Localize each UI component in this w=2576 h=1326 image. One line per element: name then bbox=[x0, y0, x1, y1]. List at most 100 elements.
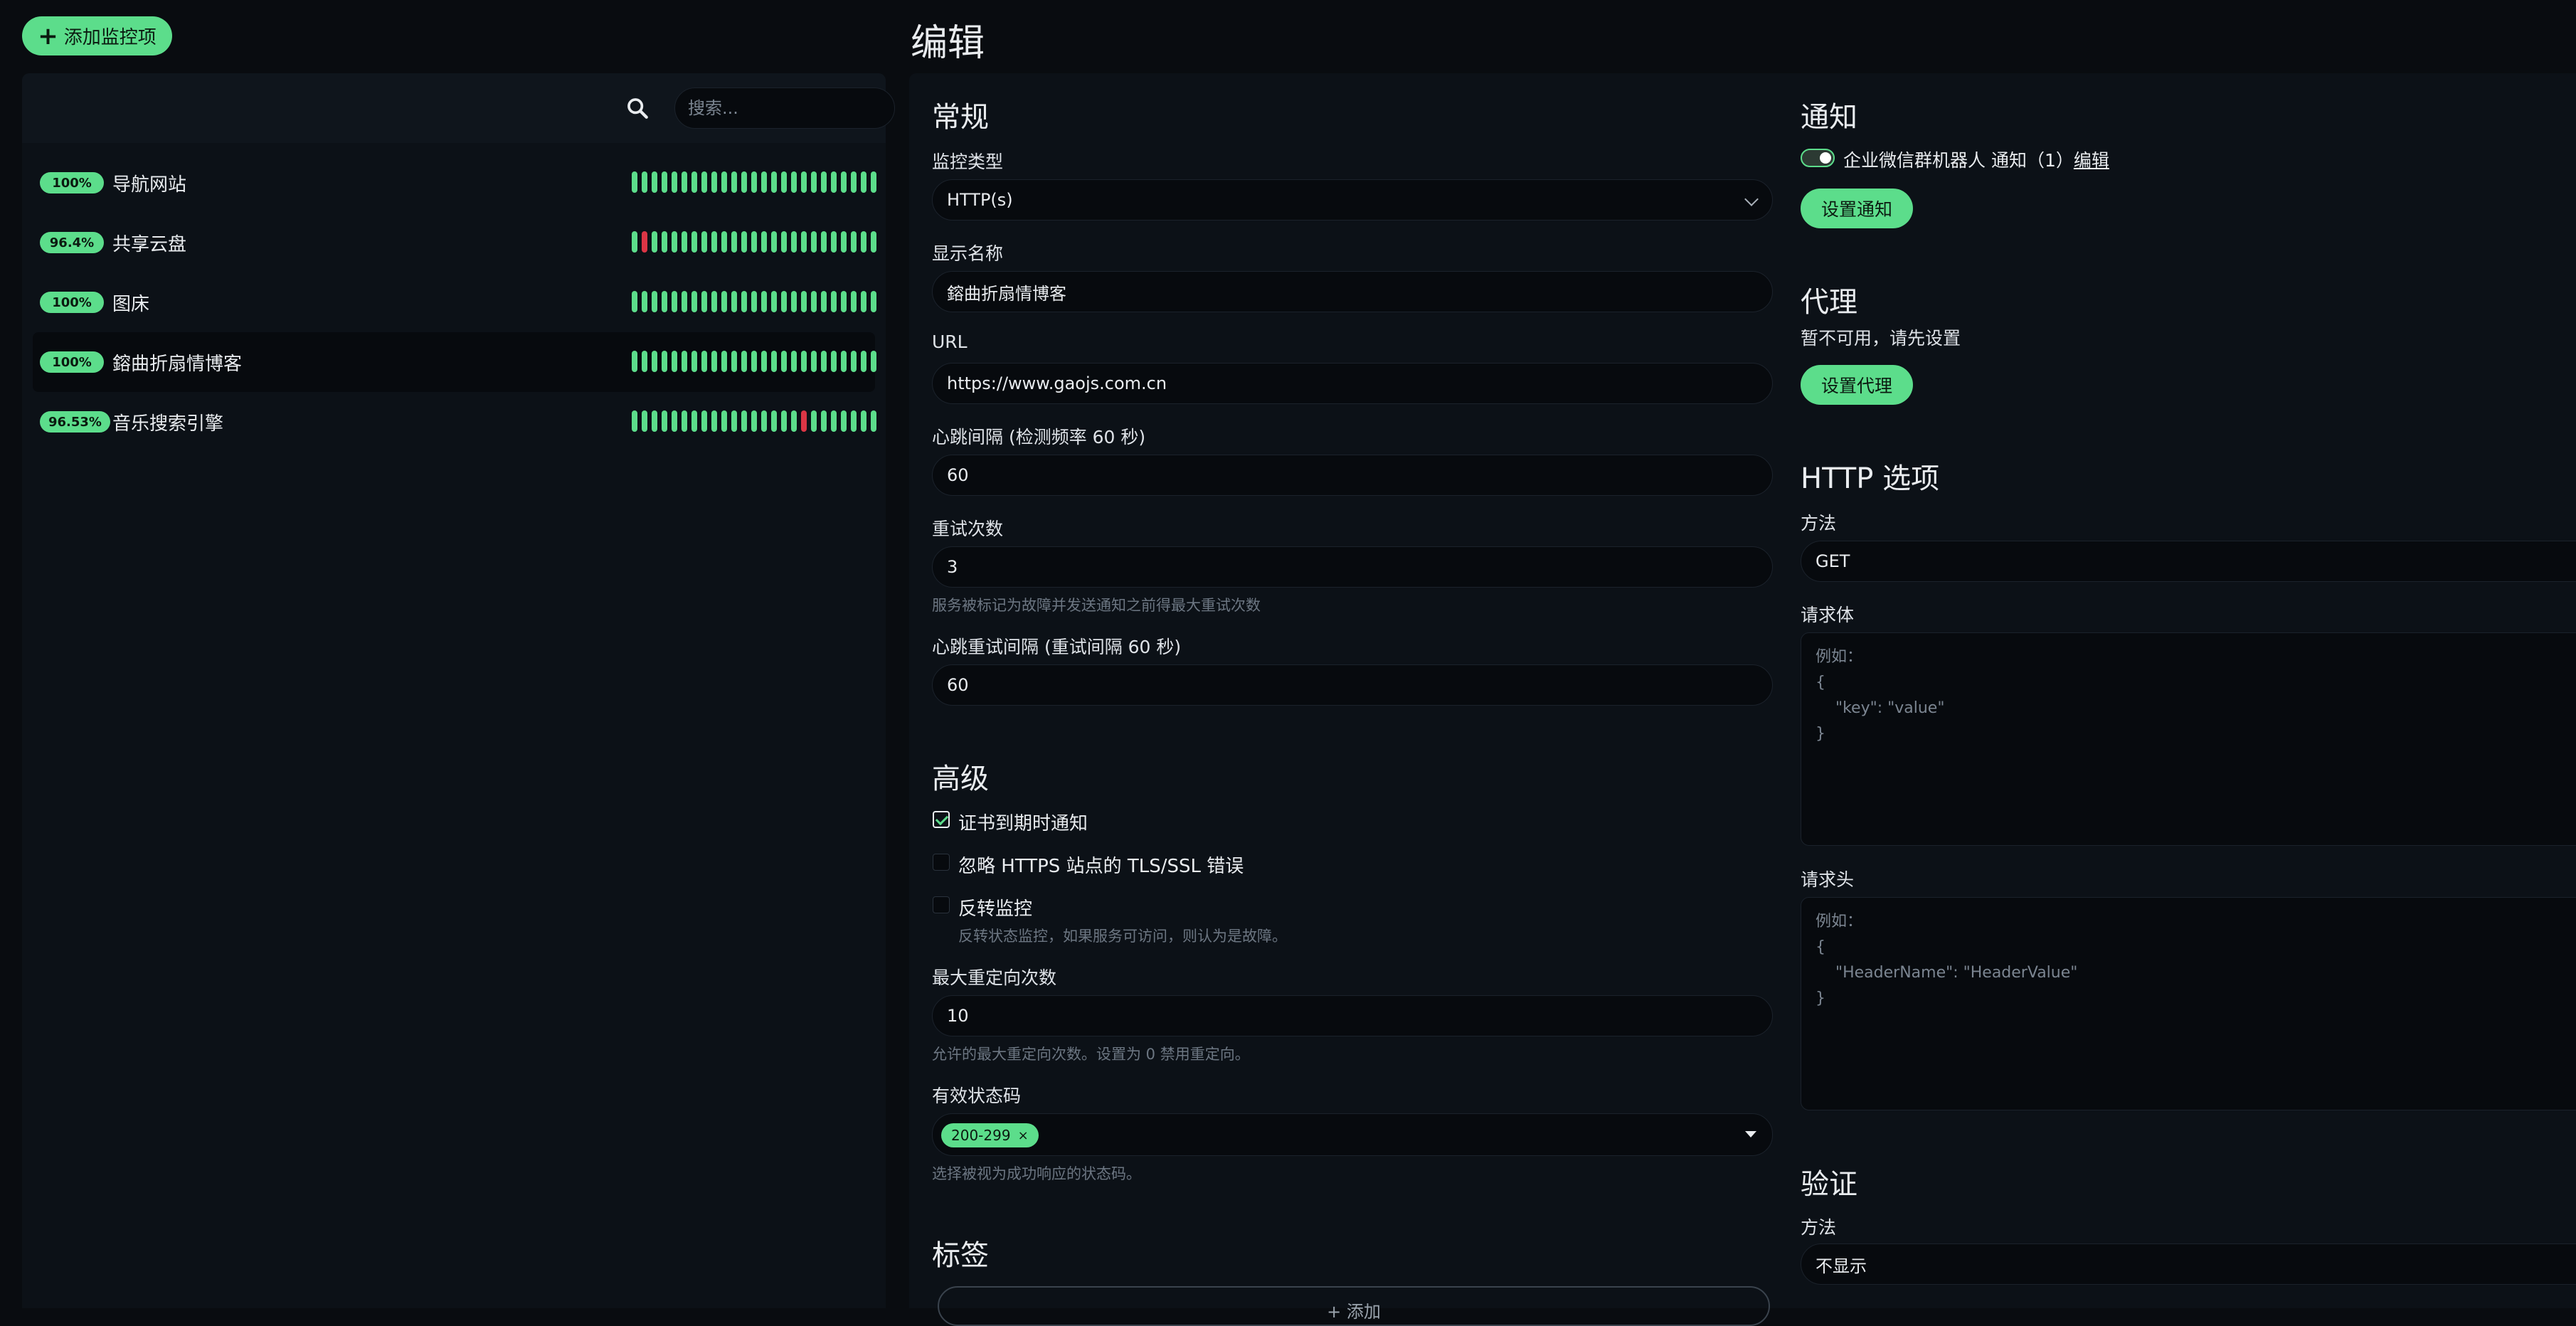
heartbeat-down bbox=[642, 231, 647, 253]
monitor-type-value: HTTP(s) bbox=[947, 190, 1013, 210]
setup-proxy-button[interactable]: 设置代理 bbox=[1801, 365, 1913, 405]
search-input[interactable] bbox=[674, 87, 895, 129]
http-method-select[interactable]: GET bbox=[1801, 541, 2576, 582]
heartbeat-up bbox=[821, 231, 827, 253]
notification-edit-link[interactable]: 编辑 bbox=[2074, 150, 2109, 171]
heartbeat-up bbox=[632, 410, 637, 432]
close-icon[interactable]: × bbox=[1018, 1128, 1029, 1143]
heartbeat-down bbox=[801, 410, 807, 432]
auth-method-value: 不显示 bbox=[1816, 1256, 1867, 1276]
retry-interval-label: 心跳重试间隔 (重试间隔 60 秒) bbox=[932, 637, 1182, 657]
monitor-item[interactable]: 96.4% 共享云盘 bbox=[33, 213, 876, 272]
heartbeat-up bbox=[751, 231, 757, 253]
max-redirects-input[interactable]: 10 bbox=[932, 995, 1773, 1036]
heartbeat-bar bbox=[632, 351, 876, 372]
heartbeat-up bbox=[791, 410, 797, 432]
add-monitor-button[interactable]: + 添加监控项 bbox=[22, 16, 172, 55]
heartbeat-up bbox=[632, 351, 637, 372]
heartbeat-up bbox=[811, 231, 817, 253]
request-body-textarea[interactable]: 例如： { "key": "value" } bbox=[1801, 632, 2576, 846]
max-redirects-label: 最大重定向次数 bbox=[932, 967, 1057, 988]
monitor-name: 音乐搜索引擎 bbox=[112, 413, 224, 435]
heartbeat-up bbox=[652, 231, 657, 253]
monitor-item[interactable]: 100% 导航网站 bbox=[33, 153, 876, 213]
heartbeat-up bbox=[672, 410, 677, 432]
heartbeat-up bbox=[791, 291, 797, 312]
heartbeat-up bbox=[701, 351, 707, 372]
monitor-item[interactable]: 96.53% 音乐搜索引擎 bbox=[33, 392, 876, 452]
status-code-chip-label: 200-299 bbox=[951, 1127, 1011, 1144]
retry-interval-input[interactable]: 60 bbox=[932, 664, 1773, 706]
request-headers-textarea[interactable]: 例如： { "HeaderName": "HeaderValue" } bbox=[1801, 897, 2576, 1110]
status-code-chip[interactable]: 200-299 × bbox=[941, 1123, 1039, 1147]
ignore-tls-checkbox[interactable] bbox=[933, 854, 950, 871]
interval-input[interactable]: 60 bbox=[932, 455, 1773, 496]
url-input[interactable]: https://www.gaojs.com.cn bbox=[932, 363, 1773, 404]
heartbeat-up bbox=[871, 231, 876, 253]
uptime-badge: 100% bbox=[40, 351, 104, 373]
heartbeat-up bbox=[761, 231, 767, 253]
heartbeat-up bbox=[652, 351, 657, 372]
add-monitor-label: 添加监控项 bbox=[63, 27, 157, 48]
auth-method-select[interactable]: 不显示 bbox=[1801, 1243, 2576, 1285]
heartbeat-up bbox=[721, 410, 727, 432]
heartbeat-up bbox=[841, 351, 847, 372]
heartbeat-up bbox=[781, 231, 787, 253]
heartbeat-up bbox=[871, 171, 876, 193]
max-redirects-hint: 允许的最大重定向次数。设置为 0 禁用重定向。 bbox=[932, 1046, 1250, 1063]
monitor-type-select[interactable]: HTTP(s) bbox=[932, 179, 1773, 221]
heartbeat-up bbox=[841, 231, 847, 253]
heartbeat-up bbox=[861, 291, 866, 312]
heartbeat-up bbox=[761, 171, 767, 193]
heartbeat-up bbox=[632, 291, 637, 312]
heartbeat-up bbox=[791, 231, 797, 253]
retries-hint: 服务被标记为故障并发送通知之前得最大重试次数 bbox=[932, 597, 1261, 614]
heartbeat-up bbox=[721, 291, 727, 312]
heartbeat-up bbox=[642, 171, 647, 193]
section-title-http-options: HTTP 选项 bbox=[1801, 462, 1940, 495]
heartbeat-up bbox=[841, 410, 847, 432]
heartbeat-up bbox=[691, 410, 697, 432]
heartbeat-up bbox=[662, 351, 667, 372]
heartbeat-up bbox=[672, 291, 677, 312]
uptime-badge: 96.53% bbox=[40, 411, 110, 433]
heartbeat-up bbox=[771, 171, 777, 193]
monitor-item[interactable]: 100% 图床 bbox=[33, 272, 876, 332]
monitor-type-label: 监控类型 bbox=[932, 152, 1004, 172]
interval-label: 心跳间隔 (检测频率 60 秒) bbox=[932, 427, 1146, 447]
add-tag-button[interactable]: + 添加 bbox=[938, 1286, 1770, 1326]
heartbeat-up bbox=[741, 231, 747, 253]
url-value: https://www.gaojs.com.cn bbox=[947, 373, 1167, 393]
heartbeat-up bbox=[701, 231, 707, 253]
heartbeat-up bbox=[682, 171, 687, 193]
upside-down-checkbox[interactable] bbox=[933, 896, 950, 913]
retries-input[interactable]: 3 bbox=[932, 546, 1773, 588]
uptime-badge: 100% bbox=[40, 292, 104, 313]
page-title: 编辑 bbox=[911, 22, 985, 65]
accepted-codes-label: 有效状态码 bbox=[932, 1086, 1022, 1106]
heartbeat-up bbox=[711, 351, 717, 372]
heartbeat-up bbox=[821, 351, 827, 372]
heartbeat-up bbox=[632, 171, 637, 193]
setup-notification-button[interactable]: 设置通知 bbox=[1801, 189, 1913, 228]
accepted-codes-select[interactable]: 200-299 × bbox=[932, 1113, 1773, 1156]
monitor-list-panel: 100% 导航网站 96.4% 共享云盘 100% 图床 100% 鎔曲折扇情博… bbox=[22, 73, 895, 1308]
display-name-input[interactable]: 鎔曲折扇情博客 bbox=[932, 271, 1773, 312]
section-title-advanced: 高级 bbox=[932, 763, 989, 795]
heartbeat-up bbox=[691, 351, 697, 372]
heartbeat-up bbox=[851, 171, 857, 193]
heartbeat-up bbox=[711, 171, 717, 193]
heartbeat-up bbox=[831, 231, 837, 253]
heartbeat-up bbox=[642, 351, 647, 372]
chevron-down-icon bbox=[1744, 192, 1759, 206]
heartbeat-up bbox=[851, 410, 857, 432]
max-redirects-value: 10 bbox=[947, 1006, 969, 1026]
heartbeat-up bbox=[861, 171, 866, 193]
notification-toggle[interactable] bbox=[1801, 149, 1835, 167]
upside-down-label: 反转监控 bbox=[958, 898, 1033, 920]
heartbeat-up bbox=[831, 410, 837, 432]
heartbeat-up bbox=[731, 351, 737, 372]
monitor-item-selected[interactable]: 100% 鎔曲折扇情博客 bbox=[33, 332, 876, 392]
notification-name: 企业微信群机器人 通知（1） bbox=[1843, 150, 2074, 171]
cert-expiry-checkbox[interactable] bbox=[933, 811, 950, 828]
